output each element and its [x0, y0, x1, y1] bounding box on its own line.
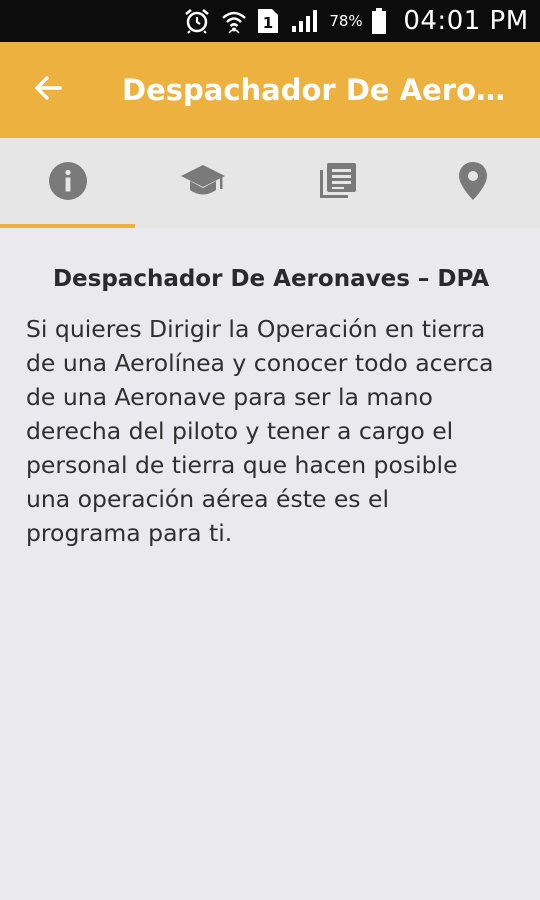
- back-button[interactable]: [20, 66, 76, 114]
- graduation-cap-icon: [179, 161, 227, 205]
- tab-program[interactable]: [135, 138, 270, 228]
- battery-icon: [368, 0, 390, 42]
- status-bar: 1 78% 04:01 PM: [0, 0, 540, 42]
- wifi-icon: [218, 0, 250, 42]
- location-pin-icon: [456, 160, 490, 206]
- content-description: Si quieres Dirigir la Operación en tierr…: [26, 315, 494, 547]
- tab-articles[interactable]: [270, 138, 405, 228]
- tab-bar: [0, 138, 540, 228]
- clock-time: 04:01 PM: [403, 6, 529, 36]
- alarm-icon: [180, 0, 214, 42]
- signal-icon: [288, 0, 322, 42]
- sim-slot-number: 1: [263, 14, 273, 32]
- content-title: Despachador De Aeronaves – DPA: [52, 266, 490, 292]
- battery-percent: 78%: [329, 12, 363, 30]
- page-title: Despachador De Aeronaves – DPA: [122, 73, 522, 107]
- tab-location[interactable]: [405, 138, 540, 228]
- tab-info[interactable]: [0, 138, 135, 228]
- back-arrow-icon: [32, 72, 64, 108]
- info-content: Despachador De Aeronaves – DPA Si quiere…: [26, 228, 516, 550]
- info-icon: [47, 160, 89, 206]
- sim-icon: 1: [255, 0, 281, 42]
- app-bar: Despachador De Aeronaves – DPA: [0, 42, 540, 138]
- articles-icon: [317, 160, 359, 206]
